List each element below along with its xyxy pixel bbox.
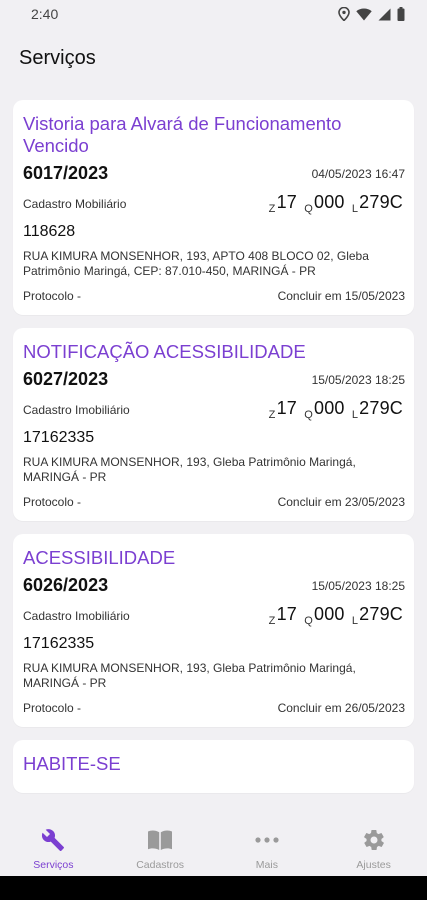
address: RUA KIMURA MONSENHOR, 193, APTO 408 BLOC…	[23, 249, 369, 278]
nav-label: Cadastros	[136, 859, 185, 871]
inscricao: 17162335	[23, 429, 95, 446]
more-dots-icon	[255, 837, 279, 843]
zona-quadra-lote: Z17 Q000 L279C	[269, 398, 405, 421]
service-title: Vistoria para Alvará de Funcionamento Ve…	[23, 113, 342, 156]
cadastro-type: Cadastro Imobiliário	[23, 402, 130, 417]
service-datetime: 15/05/2023 18:25	[311, 578, 405, 593]
location-icon	[338, 7, 350, 21]
nav-label: Mais	[255, 859, 278, 871]
services-list[interactable]: Vistoria para Alvará de Funcionamento Ve…	[0, 100, 427, 820]
battery-icon	[397, 7, 405, 21]
address: RUA KIMURA MONSENHOR, 193, Gleba Patrimô…	[23, 661, 356, 690]
due-date: Concluir em 15/05/2023	[277, 289, 405, 303]
status-bar: 2:40	[0, 0, 427, 28]
nav-mais[interactable]: Mais	[214, 820, 321, 876]
nav-servicos[interactable]: Serviços	[0, 820, 107, 876]
service-title: ACESSIBILIDADE	[23, 547, 176, 568]
service-card[interactable]: ACESSIBILIDADE 6026/2023 15/05/2023 18:2…	[13, 534, 414, 727]
address: RUA KIMURA MONSENHOR, 193, Gleba Patrimô…	[23, 455, 356, 484]
lote-value: 279C	[359, 604, 403, 624]
zona-quadra-lote: Z17 Q000 L279C	[269, 192, 405, 215]
quadra-value: 000	[313, 192, 345, 212]
quadra-value: 000	[313, 398, 345, 418]
nav-label: Ajustes	[356, 859, 391, 871]
due-date: Concluir em 26/05/2023	[277, 701, 405, 715]
service-card[interactable]: NOTIFICAÇÃO ACESSIBILIDADE 6027/2023 15/…	[13, 328, 414, 521]
lote-value: 279C	[359, 398, 403, 418]
lote-label: L	[351, 203, 359, 215]
nav-cadastros[interactable]: Cadastros	[107, 820, 214, 876]
status-icons	[338, 7, 405, 21]
zona-value: 17	[276, 192, 298, 212]
zona-label: Z	[268, 615, 276, 627]
quadra-label: Q	[304, 203, 313, 215]
service-number: 6027/2023	[23, 369, 109, 389]
wifi-icon	[356, 8, 372, 20]
app-bar: Serviços	[0, 28, 427, 88]
lote-label: L	[351, 409, 359, 421]
zona-value: 17	[276, 398, 298, 418]
service-datetime: 15/05/2023 18:25	[311, 372, 405, 387]
service-card[interactable]: HABITE-SE	[13, 740, 414, 793]
status-time: 2:40	[31, 6, 59, 22]
nav-ajustes[interactable]: Ajustes	[320, 820, 427, 876]
lote-label: L	[351, 615, 359, 627]
service-datetime: 04/05/2023 16:47	[311, 166, 405, 181]
quadra-label: Q	[304, 409, 313, 421]
quadra-label: Q	[304, 615, 313, 627]
system-navigation-bar	[0, 876, 427, 900]
cadastro-type: Cadastro Mobiliário	[23, 196, 127, 211]
cadastro-type: Cadastro Imobiliário	[23, 608, 130, 623]
signal-icon	[378, 8, 391, 20]
service-title: NOTIFICAÇÃO ACESSIBILIDADE	[23, 341, 306, 362]
zona-quadra-lote: Z17 Q000 L279C	[269, 604, 405, 627]
protocolo: Protocolo -	[23, 495, 82, 509]
nav-label: Serviços	[33, 859, 74, 871]
due-date: Concluir em 23/05/2023	[277, 495, 405, 509]
protocolo: Protocolo -	[23, 289, 82, 303]
page-title: Serviços	[19, 46, 96, 69]
quadra-value: 000	[313, 604, 345, 624]
inscricao: 118628	[23, 223, 76, 240]
inscricao: 17162335	[23, 635, 95, 652]
lote-value: 279C	[359, 192, 403, 212]
service-card[interactable]: Vistoria para Alvará de Funcionamento Ve…	[13, 100, 414, 315]
book-icon	[148, 830, 173, 850]
protocolo: Protocolo -	[23, 701, 82, 715]
service-number: 6017/2023	[23, 163, 109, 183]
service-title: HABITE-SE	[23, 753, 121, 774]
gear-icon	[363, 830, 384, 850]
zona-value: 17	[276, 604, 298, 624]
zona-label: Z	[268, 409, 276, 421]
wrench-icon	[42, 829, 65, 851]
zona-label: Z	[268, 203, 276, 215]
bottom-navigation: Serviços Cadastros Mais Ajustes	[0, 820, 427, 876]
service-number: 6026/2023	[23, 575, 109, 595]
